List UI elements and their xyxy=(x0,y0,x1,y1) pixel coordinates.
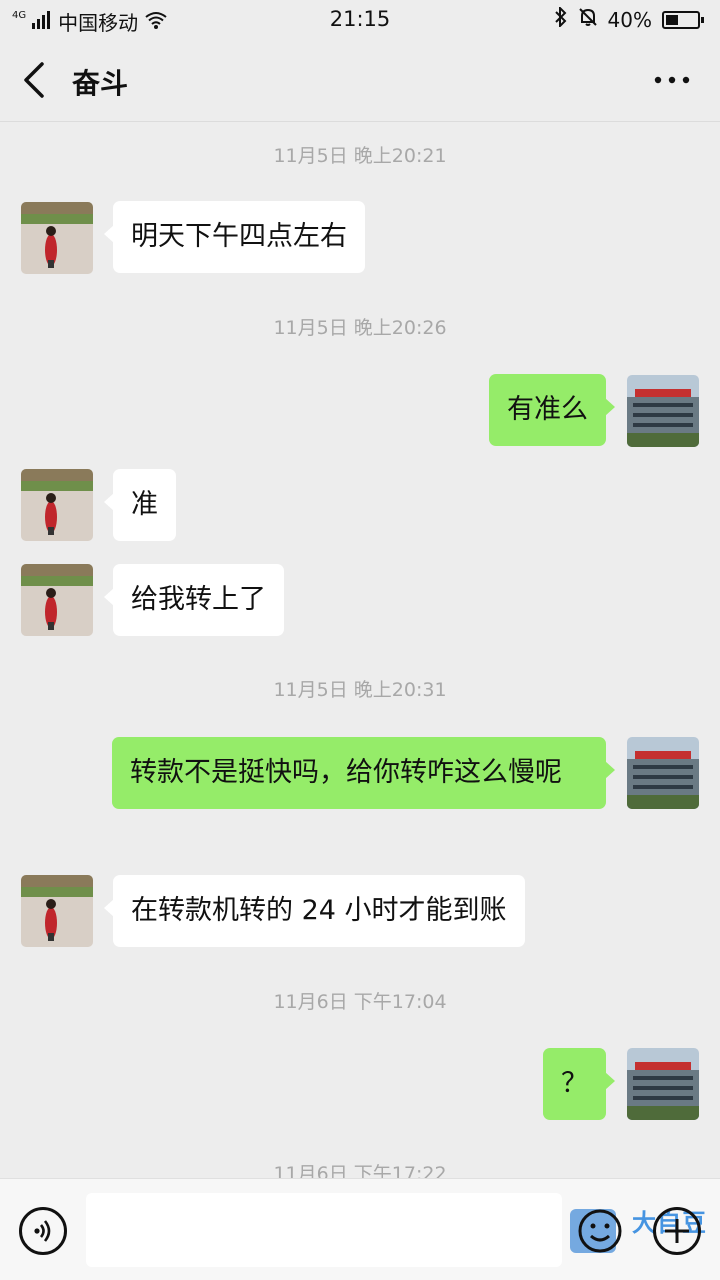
plus-icon[interactable] xyxy=(653,1207,701,1255)
message-bubble-outgoing[interactable]: 有准么 xyxy=(489,374,615,446)
message-bubble-incoming[interactable]: 明天下午四点左右 xyxy=(104,201,365,273)
self-avatar[interactable] xyxy=(627,375,699,447)
contact-avatar[interactable] xyxy=(21,564,93,636)
contact-avatar[interactable] xyxy=(21,202,93,274)
contact-avatar[interactable] xyxy=(21,875,93,947)
message-bubble-outgoing[interactable]: ？ xyxy=(543,1048,615,1120)
timestamp: 11月6日 下午17:04 xyxy=(273,991,447,1013)
message-bubble-outgoing[interactable]: 转款不是挺快吗，给你转咋这么慢呢 xyxy=(112,737,615,809)
self-avatar[interactable] xyxy=(627,737,699,809)
input-bar: 大自豆 xyxy=(0,1178,720,1280)
timestamp: 11月5日 晚上20:26 xyxy=(273,317,447,339)
timestamp: 11月6日 下午17:22 xyxy=(273,1163,447,1178)
more-dots-icon[interactable] xyxy=(648,64,696,96)
chat-title: 奋斗 xyxy=(72,67,129,100)
back-arrow-icon[interactable] xyxy=(18,60,54,100)
chat-header: 奋斗 xyxy=(0,40,720,122)
battery-icon xyxy=(662,10,704,29)
message-input[interactable] xyxy=(86,1193,562,1267)
bluetooth-icon xyxy=(554,5,568,32)
emoji-icon[interactable] xyxy=(570,1205,634,1255)
status-right: 40% xyxy=(554,5,704,32)
voice-icon[interactable] xyxy=(19,1207,67,1255)
self-avatar[interactable] xyxy=(627,1048,699,1120)
contact-avatar[interactable] xyxy=(21,469,93,541)
message-bubble-incoming[interactable]: 在转款机转的 24 小时才能到账 xyxy=(104,875,525,947)
battery-percent: 40% xyxy=(607,7,652,32)
message-bubble-incoming[interactable]: 给我转上了 xyxy=(104,564,284,636)
status-bar: 4G 中国移动 21:15 40% xyxy=(0,0,720,40)
mute-bell-icon xyxy=(578,7,598,32)
timestamp: 11月5日 晚上20:21 xyxy=(273,145,447,167)
timestamp: 11月5日 晚上20:31 xyxy=(273,679,447,701)
message-bubble-incoming[interactable]: 准 xyxy=(104,469,176,541)
battery-level xyxy=(666,14,678,25)
message-list[interactable]: 11月5日 晚上20:21 明天下午四点左右 11月5日 晚上20:26 有准么 xyxy=(0,123,720,1178)
